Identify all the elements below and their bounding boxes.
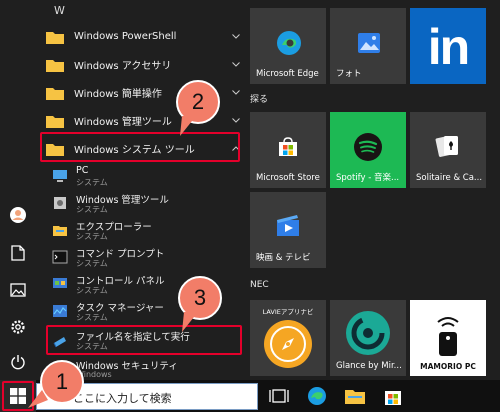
folder-icon	[46, 29, 64, 44]
cmd-icon	[52, 249, 68, 265]
badge-2-tail	[180, 116, 196, 136]
folder-label: Windows アクセサリ	[74, 60, 172, 72]
tile-microsoft-edge[interactable]: Microsoft Edge	[250, 8, 326, 84]
app-command-prompt[interactable]: コマンド プロンプト システム	[50, 245, 240, 271]
tile-lavie-app-navi[interactable]: LAVIEアプリナビ	[250, 300, 326, 376]
folder-icon	[46, 57, 64, 72]
folder-icon	[46, 113, 64, 128]
chevron-down-icon	[230, 30, 242, 42]
app-pc[interactable]: PC システム	[50, 164, 240, 190]
control-panel-icon	[52, 276, 68, 292]
start-menu-screen: W Windows PowerShell Windows アクセサリ Windo…	[0, 0, 500, 412]
search-placeholder: ここに入力して検索	[73, 392, 172, 405]
tile-microsoft-store[interactable]: Microsoft Store	[250, 112, 326, 188]
linkedin-icon: in	[427, 19, 470, 75]
tile-linkedin[interactable]: in	[410, 8, 486, 84]
section-letter[interactable]: W	[54, 4, 65, 17]
edge-icon	[277, 31, 301, 55]
chevron-down-icon	[230, 58, 242, 70]
tile-solitaire[interactable]: Solitaire & Ca...	[410, 112, 486, 188]
chevron-down-icon	[230, 86, 242, 98]
highlight-run	[46, 325, 242, 355]
start-rail	[0, 0, 36, 380]
glance-icon	[346, 311, 390, 355]
spotify-icon	[354, 133, 382, 161]
section-explore: 探る	[250, 95, 269, 105]
power-icon[interactable]	[8, 352, 28, 372]
store-icon	[279, 137, 297, 156]
movies-icon	[277, 215, 299, 236]
edge-taskbar-icon[interactable]	[306, 386, 328, 406]
pc-icon	[52, 168, 68, 184]
app-explorer[interactable]: エクスプローラー システム	[50, 218, 240, 244]
document-icon[interactable]	[8, 243, 28, 263]
admin-tools-icon	[52, 195, 68, 211]
store-taskbar-icon[interactable]	[382, 386, 404, 406]
tile-glance-by-mirametrix[interactable]: Glance by Mir...	[330, 300, 406, 376]
app-list: W Windows PowerShell Windows アクセサリ Windo…	[36, 0, 246, 380]
folder-windows-accessories[interactable]: Windows アクセサリ	[46, 52, 242, 76]
mamorio-icon	[437, 317, 459, 356]
tile-photos[interactable]: フォト	[330, 8, 406, 84]
tile-mamorio-pc[interactable]: MAMORIO PC	[410, 300, 486, 376]
section-nec: NEC	[250, 280, 269, 290]
tile-movies-tv[interactable]: 映画 & テレビ	[250, 192, 326, 268]
badge-1-tail	[28, 390, 48, 408]
pictures-icon[interactable]	[8, 280, 28, 300]
chevron-down-icon	[230, 114, 242, 126]
highlight-system-tools	[40, 132, 240, 162]
explorer-icon	[52, 222, 68, 238]
gear-icon[interactable]	[8, 317, 28, 337]
folder-label: Windows PowerShell	[74, 30, 177, 42]
task-view-icon[interactable]	[268, 386, 290, 406]
photos-icon	[358, 33, 380, 53]
folder-icon	[46, 85, 64, 100]
compass-icon	[264, 320, 312, 368]
file-explorer-taskbar-icon[interactable]	[344, 386, 366, 406]
user-icon[interactable]	[8, 205, 28, 225]
solitaire-icon	[435, 136, 458, 157]
tile-spotify[interactable]: Spotify - 音楽...	[330, 112, 406, 188]
badge-3-tail	[182, 312, 198, 332]
task-manager-icon	[52, 303, 68, 319]
app-windows-admin-tools[interactable]: Windows 管理ツール システム	[50, 191, 240, 217]
folder-windows-powershell[interactable]: Windows PowerShell	[46, 24, 242, 48]
tiles-area: Microsoft Edge フォト in 探る Microsoft Store…	[246, 0, 500, 380]
